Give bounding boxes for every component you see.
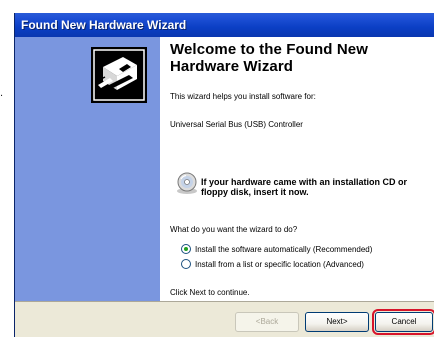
question-text: What do you want the wizard to do?: [170, 225, 298, 234]
radio-button-selected[interactable]: [181, 244, 191, 254]
wizard-content: Welcome to the Found New Hardware Wizard…: [160, 37, 434, 301]
intro-text: This wizard helps you install software f…: [170, 92, 316, 101]
wizard-panel: Welcome to the Found New Hardware Wizard…: [15, 37, 434, 301]
wizard-footer: <Back Next> Cancel: [15, 301, 434, 337]
option-install-automatically[interactable]: Install the software automatically (Reco…: [181, 243, 372, 255]
stray-mark: .: [0, 87, 4, 99]
wizard-sidebar: [15, 37, 160, 301]
option-label: Install the software automatically (Reco…: [195, 244, 373, 254]
cancel-button[interactable]: Cancel: [372, 309, 434, 335]
window-title: Found New Hardware Wizard: [21, 18, 187, 32]
radio-button[interactable]: [181, 259, 191, 269]
wizard-window: Found New Hardware Wizard Welcome to the…: [14, 13, 434, 337]
title-bar[interactable]: Found New Hardware Wizard: [15, 13, 434, 37]
page-title: Welcome to the Found New Hardware Wizard: [170, 41, 368, 75]
next-button[interactable]: Next>: [305, 312, 369, 332]
back-button[interactable]: <Back: [235, 312, 299, 332]
option-install-from-list[interactable]: Install from a list or specific location…: [181, 258, 364, 270]
device-name: Universal Serial Bus (USB) Controller: [170, 120, 303, 129]
cd-note: If your hardware came with an installati…: [201, 177, 408, 197]
continue-hint: Click Next to continue.: [170, 288, 250, 297]
cd-icon: [177, 172, 197, 194]
option-label: Install from a list or specific location…: [195, 259, 364, 269]
hardware-wizard-icon: [91, 47, 147, 103]
